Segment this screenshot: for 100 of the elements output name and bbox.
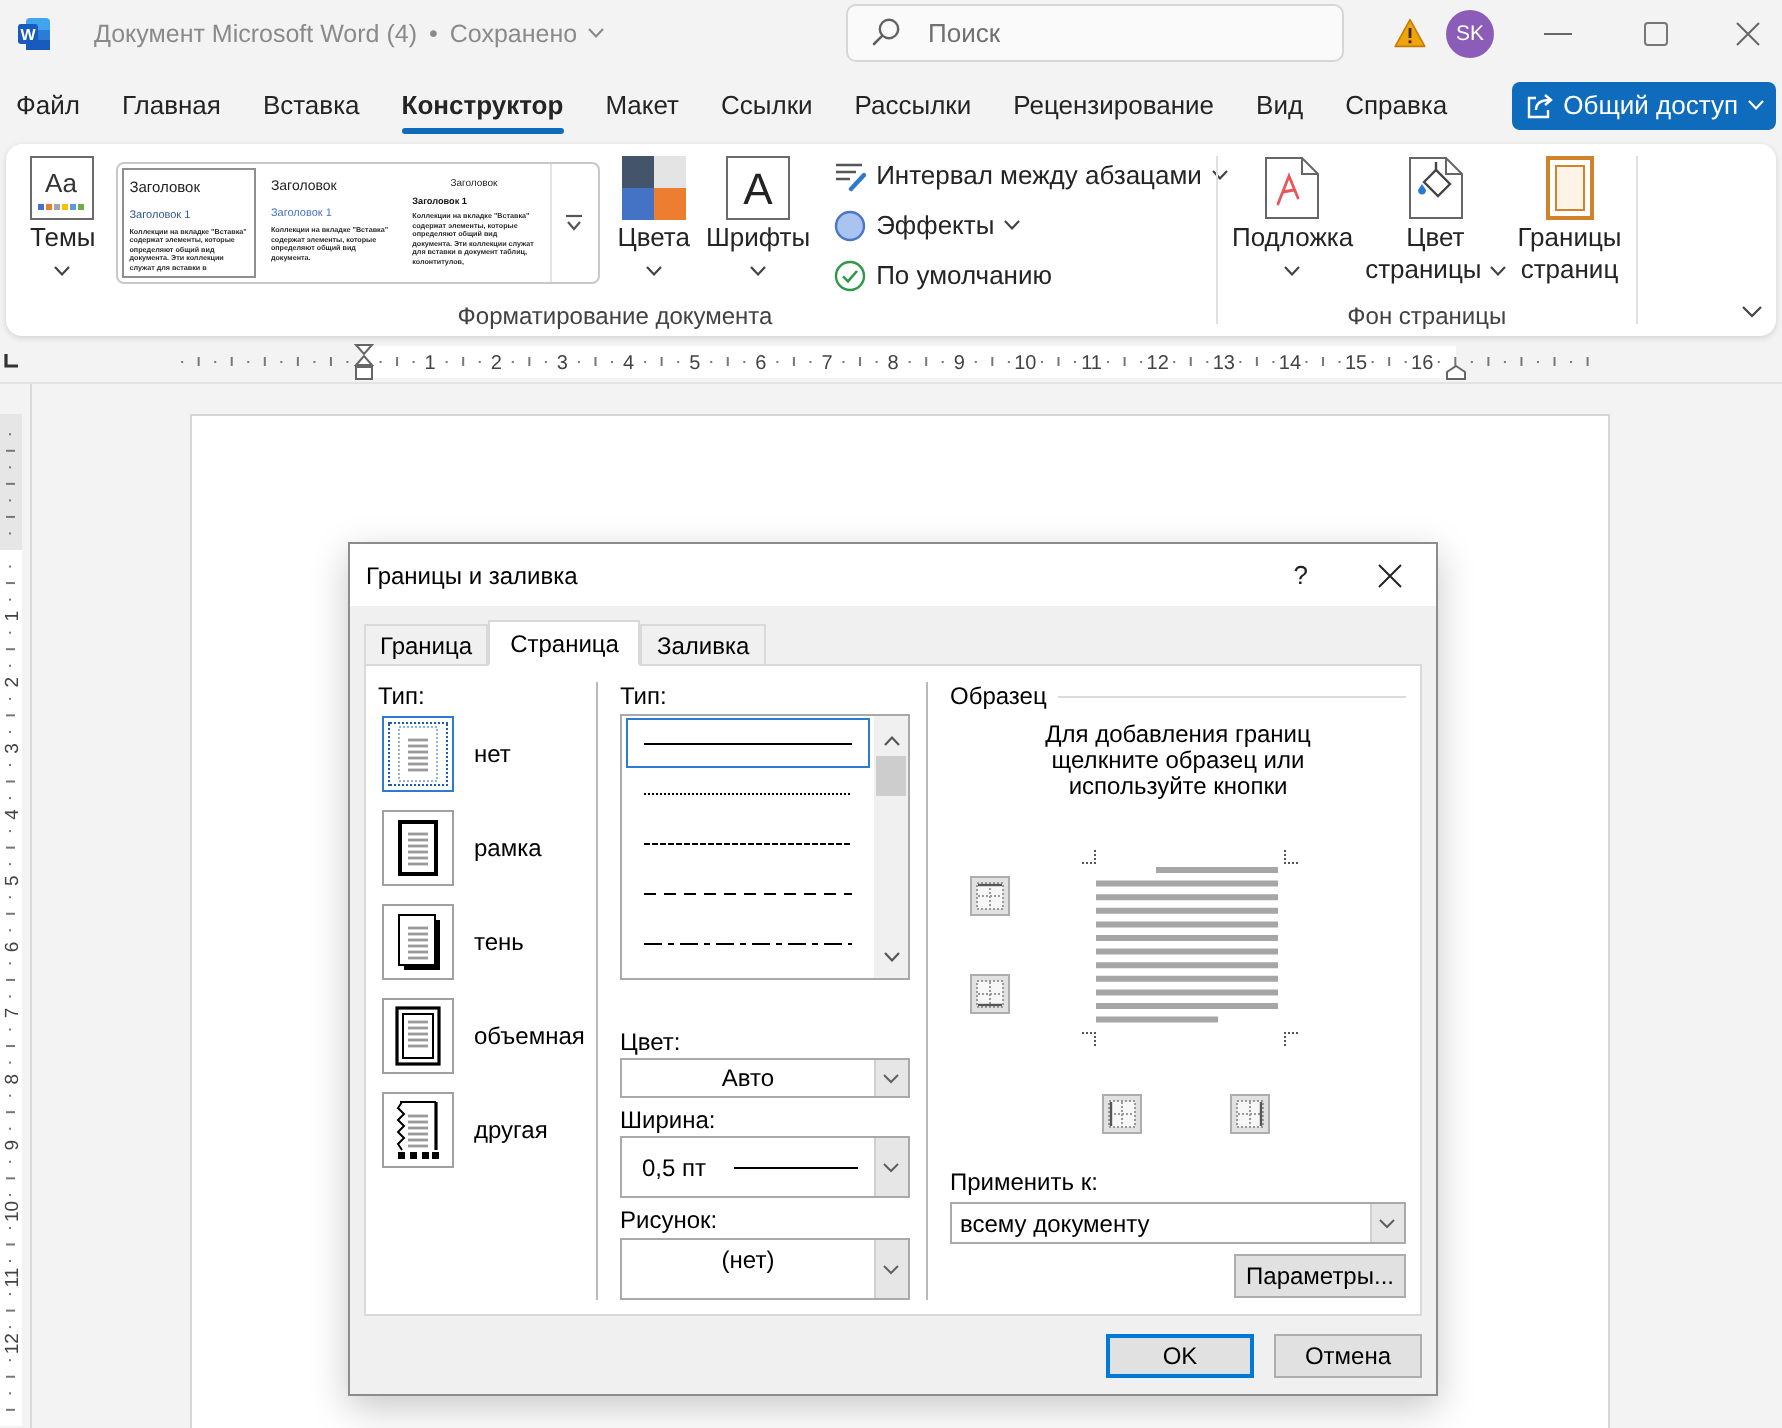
- effects-button[interactable]: Эффекты: [830, 204, 1232, 246]
- fonts-button[interactable]: A Шрифты: [697, 156, 819, 286]
- more-icon: [564, 214, 585, 232]
- right-border-button[interactable]: [1230, 1094, 1270, 1134]
- menu-tab[interactable]: Рецензирование: [1013, 77, 1215, 133]
- collapse-ribbon-icon[interactable]: [1742, 306, 1762, 318]
- apply-to-label: Применить к:: [950, 1168, 1100, 1196]
- page-borders-button[interactable]: Границы страниц: [1511, 156, 1628, 286]
- ruler-number: 8: [2, 1073, 22, 1085]
- top-border-button[interactable]: [970, 876, 1010, 916]
- maximize-icon[interactable]: [1644, 21, 1668, 45]
- menu-tab[interactable]: Файл: [16, 77, 80, 133]
- chevron-down-icon[interactable]: [874, 1060, 908, 1096]
- share-button[interactable]: Общий доступ: [1511, 81, 1776, 129]
- ruler-number: 1: [424, 352, 436, 374]
- menu-tab[interactable]: Справка: [1345, 77, 1448, 133]
- dash-dot-line-icon: [644, 941, 852, 945]
- indent-marker-icon[interactable]: [353, 343, 375, 379]
- ruler-number: 9: [2, 1139, 22, 1151]
- ruler-number: 2: [2, 677, 22, 688]
- ruler-number: 13: [1212, 352, 1235, 374]
- account-avatar[interactable]: SK: [1446, 9, 1494, 57]
- minimize-icon[interactable]: [1544, 31, 1572, 35]
- apply-to-dropdown[interactable]: всему документу: [950, 1202, 1406, 1244]
- dialog-tab[interactable]: Заливка: [640, 624, 766, 664]
- line-style-list[interactable]: [620, 714, 910, 980]
- scroll-up-icon[interactable]: [883, 736, 899, 746]
- ruler-number: 10: [2, 1200, 22, 1222]
- setting-tile[interactable]: [382, 998, 454, 1074]
- width-dropdown[interactable]: 0,5 пт: [620, 1136, 910, 1198]
- ruler-number: 11: [1081, 352, 1102, 374]
- colors-button[interactable]: Цвета: [609, 156, 698, 286]
- scrollbar-thumb[interactable]: [876, 756, 906, 796]
- setting-label: Тип:: [378, 682, 427, 710]
- menu-tab[interactable]: Вставка: [262, 77, 360, 133]
- ruler-number: 7: [2, 1007, 22, 1019]
- chevron-down-icon[interactable]: [874, 1138, 908, 1196]
- share-icon: [1525, 91, 1554, 119]
- ruler-number: 15: [1344, 352, 1368, 374]
- title-separator: •: [429, 19, 438, 47]
- ruler-number: 4: [2, 809, 22, 820]
- page-double-frame-icon: [394, 1006, 442, 1066]
- themes-button[interactable]: Aa Темы: [22, 156, 104, 286]
- menu-tab[interactable]: Рассылки: [854, 77, 972, 133]
- setting-tile[interactable]: [382, 716, 454, 792]
- options-button[interactable]: Параметры...: [1234, 1254, 1406, 1298]
- art-dropdown[interactable]: (нет): [620, 1238, 910, 1300]
- group-label: Форматирование документа: [457, 300, 773, 334]
- page-color-button[interactable]: Цвет страницы: [1359, 156, 1512, 286]
- search-field[interactable]: Поиск: [846, 4, 1344, 62]
- line-style-option[interactable]: [626, 718, 870, 768]
- scroll-down-icon[interactable]: [883, 952, 899, 962]
- menu-tab[interactable]: Конструктор: [401, 77, 564, 133]
- ruler-number: 12: [1146, 352, 1169, 374]
- right-border-icon: [1236, 1100, 1264, 1128]
- chevron-down-icon[interactable]: [1370, 1204, 1404, 1242]
- solid-line-icon: [644, 741, 852, 745]
- ruler-number: 11: [2, 1267, 22, 1288]
- color-dropdown[interactable]: Авто: [620, 1058, 910, 1098]
- ruler-number: 5: [2, 875, 22, 886]
- ruler-number: 10: [1014, 352, 1037, 374]
- watermark-button[interactable]: Подложка: [1226, 156, 1360, 286]
- bottom-border-button[interactable]: [970, 974, 1010, 1014]
- page-bucket-icon: [1407, 156, 1464, 220]
- ruler-number: 9: [953, 352, 965, 374]
- setting-tile[interactable]: [382, 1092, 454, 1168]
- ruler-number: 14: [1278, 352, 1302, 374]
- menu-tab[interactable]: Ссылки: [721, 77, 813, 133]
- ruler-number: 6: [2, 941, 22, 953]
- dialog-tab[interactable]: Граница: [364, 624, 489, 664]
- close-icon[interactable]: [1378, 563, 1402, 587]
- setting-option-label: нет: [474, 740, 511, 768]
- tab-stop-icon[interactable]: [4, 354, 18, 368]
- set-default-button[interactable]: По умолчанию: [830, 254, 1232, 296]
- chevron-down-icon: [1748, 100, 1764, 110]
- setting-tile[interactable]: [382, 904, 454, 980]
- chevron-down-icon[interactable]: [874, 1240, 908, 1298]
- setting-tile[interactable]: [382, 810, 454, 886]
- fonts-icon: A: [726, 156, 791, 220]
- page-icon: [1264, 156, 1321, 220]
- search-icon: [872, 18, 900, 46]
- help-button[interactable]: ?: [1293, 561, 1308, 589]
- left-border-button[interactable]: [1102, 1094, 1142, 1134]
- page-box-icon: [394, 818, 442, 878]
- warning-icon[interactable]: [1394, 18, 1426, 48]
- menu-tab[interactable]: Макет: [605, 77, 679, 133]
- paragraph-spacing-icon: [834, 159, 867, 191]
- cancel-button[interactable]: Отмена: [1274, 1334, 1422, 1378]
- chevron-down-icon[interactable]: [587, 28, 604, 38]
- ruler-number: 3: [2, 743, 22, 754]
- dialog-title: Границы и заливка: [366, 561, 578, 589]
- paragraph-spacing-button[interactable]: Интервал между абзацами: [830, 154, 1232, 196]
- dialog-tab[interactable]: Страница: [488, 620, 641, 666]
- ruler-number: 8: [887, 352, 899, 374]
- ruler-number: 12: [2, 1333, 22, 1355]
- menu-tab[interactable]: Вид: [1256, 77, 1304, 133]
- dashed-line-icon: [644, 891, 852, 895]
- ruler-number: 7: [821, 352, 833, 374]
- ok-button[interactable]: OK: [1106, 1334, 1254, 1378]
- menu-tab[interactable]: Главная: [121, 77, 221, 133]
